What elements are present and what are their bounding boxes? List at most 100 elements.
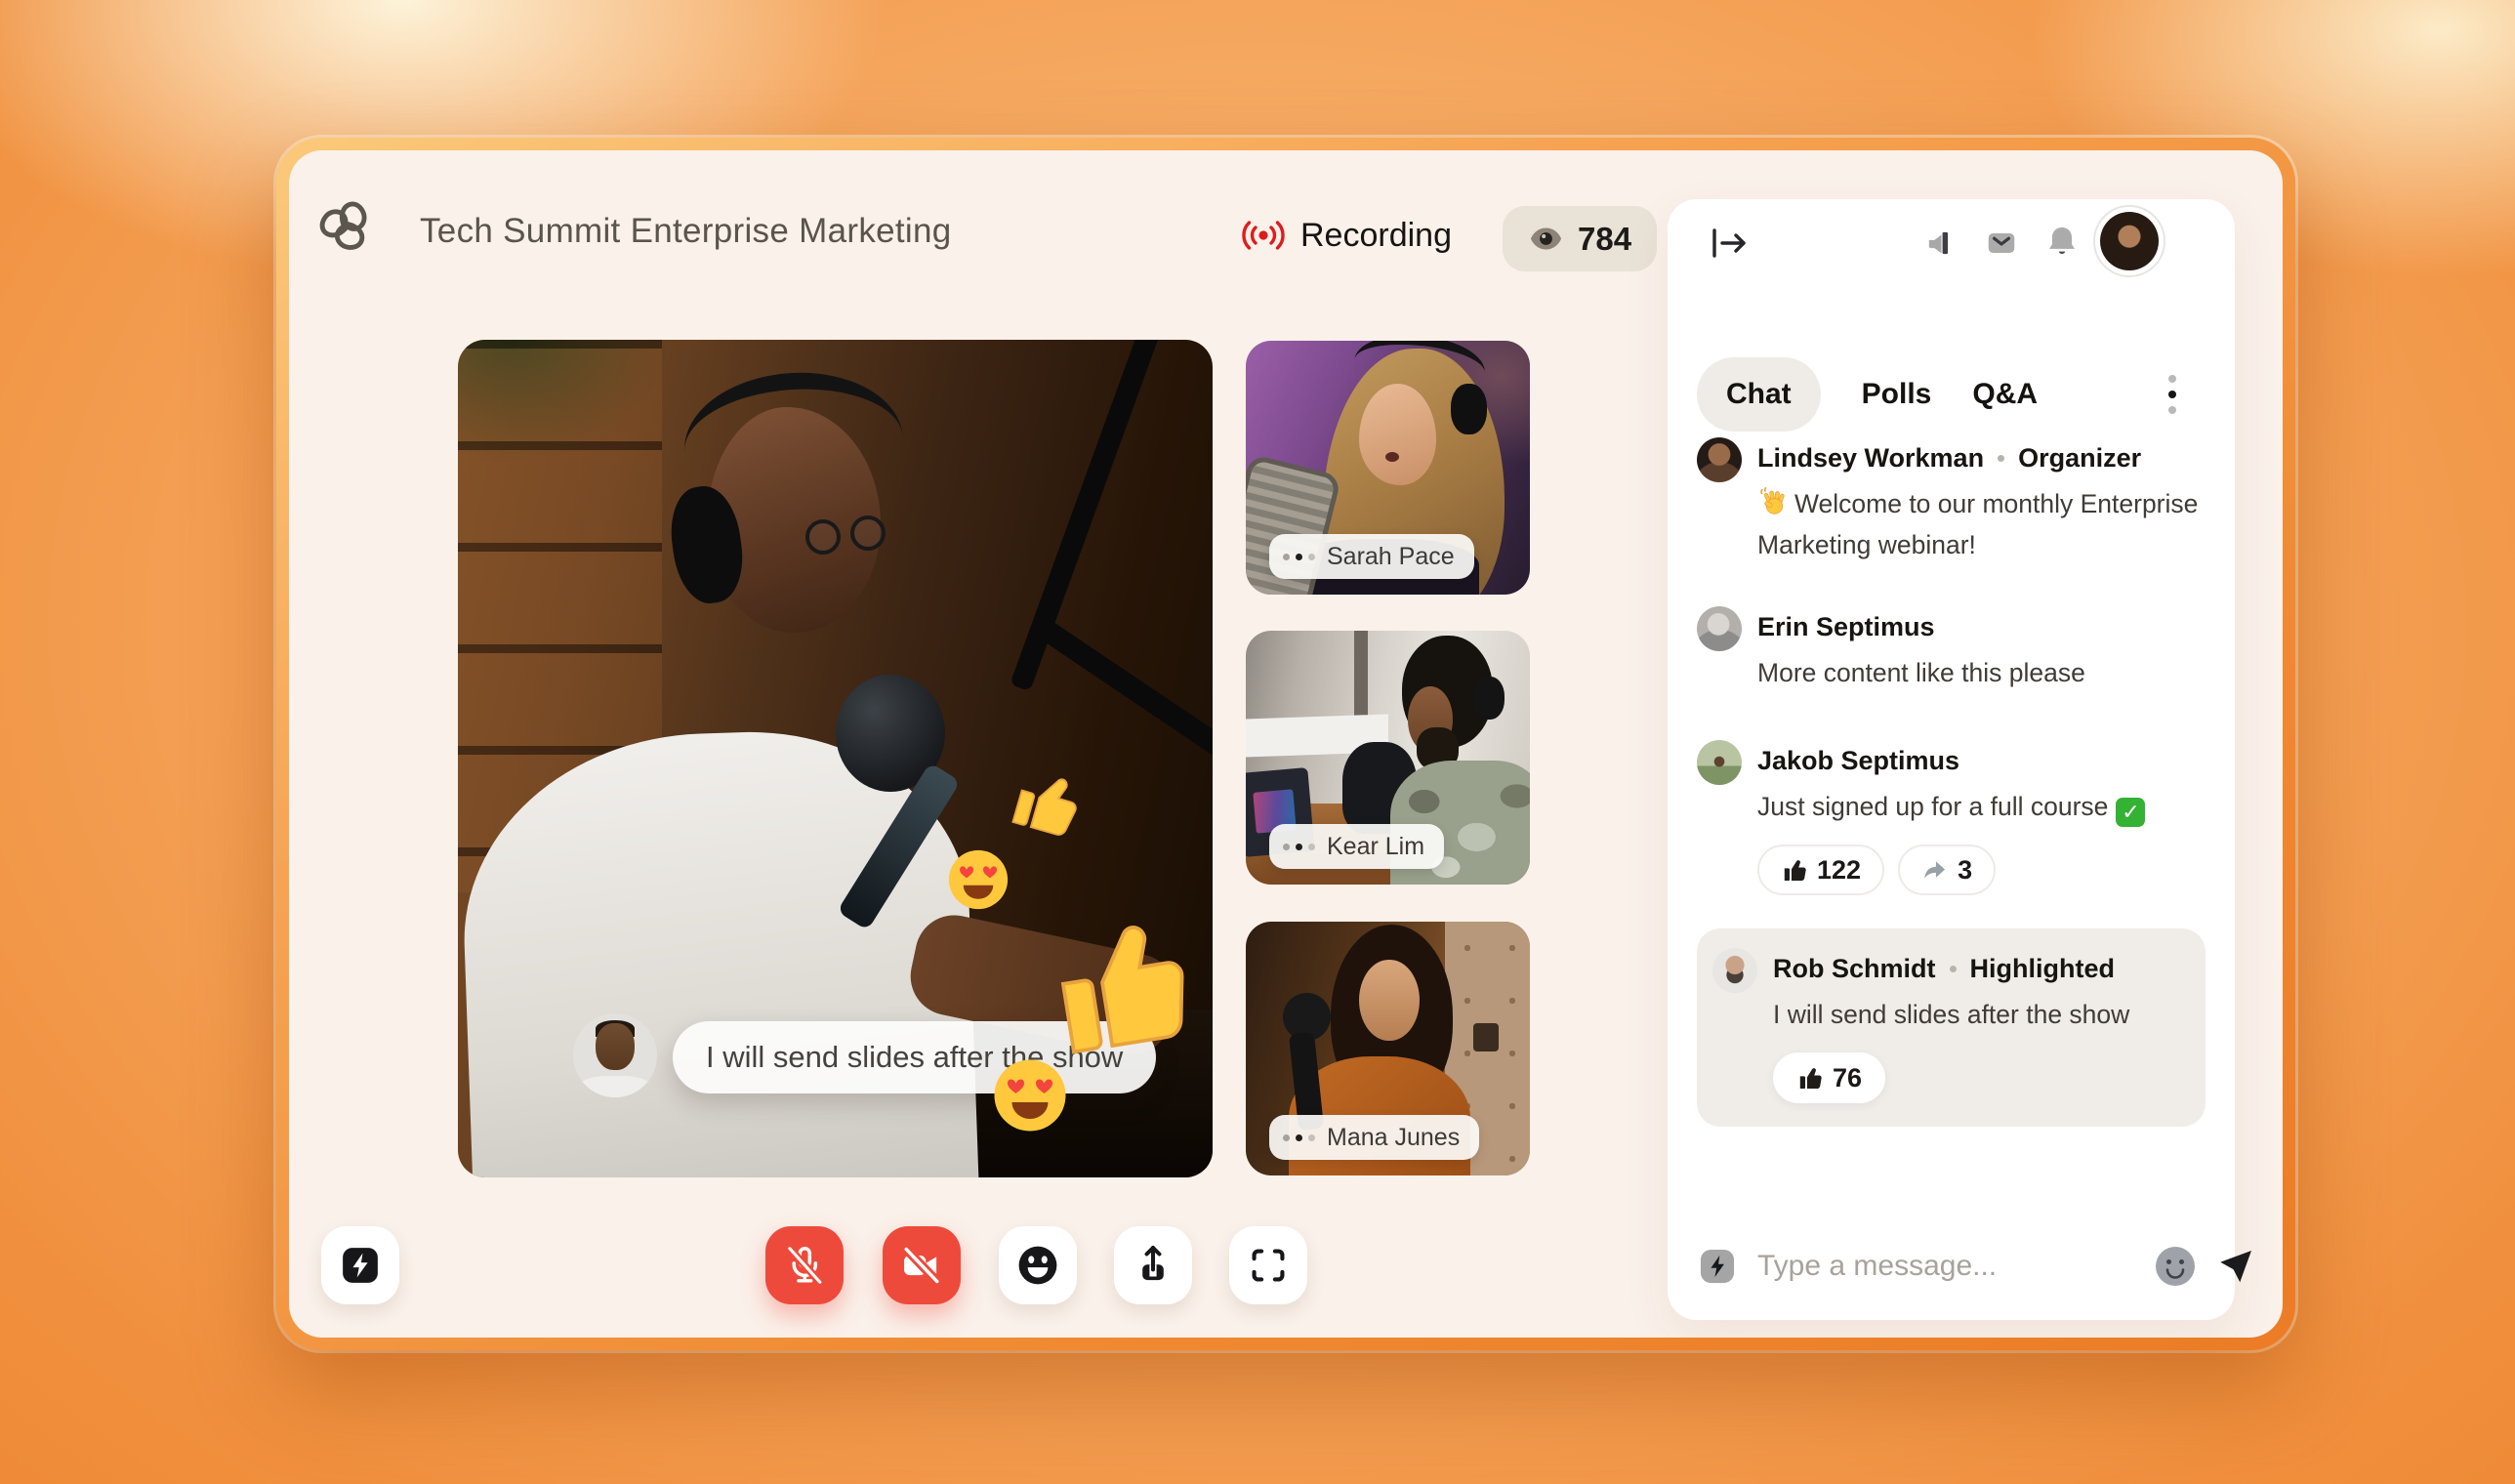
viewer-count: 784 — [1578, 221, 1631, 258]
message-author: Erin Septimus — [1757, 612, 1935, 642]
camera-off-icon — [899, 1243, 944, 1288]
mic-arm — [1010, 340, 1168, 691]
glasses — [805, 519, 841, 555]
emoji-picker-icon[interactable] — [2154, 1245, 2197, 1288]
user-avatar[interactable] — [2093, 205, 2165, 277]
chat-input-row — [1697, 1242, 2211, 1291]
participant-video-sarah-pace[interactable]: Sarah Pace — [1246, 341, 1530, 595]
participant-name-label: Kear Lim — [1269, 824, 1444, 869]
message-input[interactable] — [1757, 1250, 2134, 1283]
forward-arrow-icon — [1921, 857, 1948, 884]
participant-name: Sarah Pace — [1327, 543, 1455, 571]
collapse-panel-icon[interactable] — [1707, 221, 1752, 266]
quick-reply-bolt-icon[interactable] — [1697, 1246, 1738, 1287]
like-reaction-pill[interactable]: 76 — [1773, 1052, 1885, 1103]
broadcast-icon — [1241, 218, 1286, 253]
thumbs-up-reaction-emoji — [1033, 903, 1201, 1071]
chat-message-list: Lindsey Workman Organizer Welcome to our… — [1697, 437, 2206, 1127]
thumbs-up-icon — [1796, 1065, 1823, 1092]
eye-icon — [1528, 226, 1564, 252]
like-reaction-pill[interactable]: 122 — [1757, 845, 1884, 895]
send-icon[interactable] — [2216, 1247, 2255, 1286]
app-logo-knot-icon — [311, 191, 380, 260]
tile-art — [1359, 960, 1419, 1041]
message-author: Lindsey Workman — [1757, 443, 1984, 474]
participant-name-label: Sarah Pace — [1269, 534, 1474, 579]
speaking-dots-icon — [1283, 844, 1315, 850]
participant-name: Mana Junes — [1327, 1124, 1460, 1152]
avatar-photo — [2100, 212, 2159, 270]
message-text: Welcome to our monthly Enterprise Market… — [1757, 483, 2206, 565]
bell-icon[interactable] — [2043, 223, 2081, 260]
chat-message: Rob Schmidt Highlighted I will send slid… — [1712, 948, 2186, 1103]
tab-label: Chat — [1726, 378, 1792, 411]
tile-art — [1473, 1023, 1499, 1051]
avatar — [1712, 948, 1757, 993]
highlighted-badge: Highlighted — [1970, 954, 2115, 984]
webinar-window: Tech Summit Enterprise Marketing Recordi… — [276, 138, 2295, 1350]
like-count: 76 — [1833, 1063, 1862, 1093]
tile-art — [1451, 384, 1488, 434]
fullscreen-icon — [1247, 1244, 1290, 1287]
chat-message: Jakob Septimus Just signed up for a full… — [1697, 740, 2206, 895]
heart-eyes-reaction-emoji — [946, 847, 1010, 912]
highlighted-message-card: Rob Schmidt Highlighted I will send slid… — [1697, 928, 2206, 1127]
forward-reaction-pill[interactable]: 3 — [1898, 845, 1996, 895]
page-title: Tech Summit Enterprise Marketing — [420, 209, 952, 254]
dot-separator — [1950, 966, 1957, 972]
viewer-count-badge[interactable]: 784 — [1503, 206, 1657, 271]
wave-emoji-icon — [1757, 486, 1789, 517]
chat-message: Lindsey Workman Organizer Welcome to our… — [1697, 437, 2206, 565]
mic-off-icon — [782, 1243, 827, 1288]
participant-name: Kear Lim — [1327, 833, 1424, 861]
dot-separator — [1998, 455, 2004, 462]
message-text: More content like this please — [1757, 652, 2206, 693]
avatar-art — [596, 1023, 635, 1070]
message-author: Rob Schmidt — [1773, 954, 1936, 984]
megaphone-icon[interactable] — [1923, 226, 1958, 261]
app-surface: Tech Summit Enterprise Marketing Recordi… — [289, 150, 2283, 1338]
kebab-menu-icon[interactable] — [2153, 365, 2192, 424]
thumbs-up-reaction-emoji — [1001, 759, 1088, 845]
participant-video-mana-junes[interactable]: Mana Junes — [1246, 922, 1530, 1175]
avatar — [1697, 606, 1742, 651]
participant-video-kear-lim[interactable]: Kear Lim — [1246, 631, 1530, 885]
participant-name-label: Mana Junes — [1269, 1115, 1479, 1160]
bolt-icon — [339, 1244, 382, 1287]
like-count: 122 — [1817, 855, 1861, 886]
heart-eyes-reaction-emoji — [991, 1056, 1069, 1134]
glasses — [850, 515, 886, 551]
tile-art — [1359, 384, 1436, 485]
tile-art — [1473, 677, 1505, 720]
message-text: I will send slides after the show — [1773, 994, 2186, 1035]
tab-qa[interactable]: Q&A — [1972, 378, 2038, 411]
avatar-art — [580, 1076, 650, 1097]
forward-count: 3 — [1958, 855, 1972, 886]
thumbs-up-icon — [1781, 857, 1807, 884]
organizer-badge: Organizer — [2018, 443, 2141, 474]
chat-panel: Chat Polls Q&A Lindsey Workman Organizer — [1668, 199, 2235, 1320]
emoji-face-icon — [1015, 1243, 1060, 1288]
mail-icon[interactable] — [1984, 226, 2019, 261]
quick-actions-button[interactable] — [321, 1226, 399, 1304]
recording-label: Recording — [1300, 217, 1452, 255]
camera-off-button[interactable] — [883, 1226, 961, 1304]
chat-message: Erin Septimus More content like this ple… — [1697, 606, 2206, 693]
fullscreen-button[interactable] — [1229, 1226, 1307, 1304]
tab-chat[interactable]: Chat — [1697, 357, 1821, 432]
share-button[interactable] — [1114, 1226, 1192, 1304]
message-text: Just signed up for a full course✓ — [1757, 786, 2206, 827]
chat-tabs: Chat Polls Q&A — [1697, 355, 2206, 433]
caption-author-avatar — [573, 1013, 657, 1097]
check-emoji-icon: ✓ — [2116, 798, 2145, 827]
microphone-muted-button[interactable] — [765, 1226, 844, 1304]
speaking-dots-icon — [1283, 1134, 1315, 1141]
tab-polls[interactable]: Polls — [1862, 378, 1932, 411]
speaking-dots-icon — [1283, 554, 1315, 560]
avatar — [1697, 437, 1742, 482]
message-author: Jakob Septimus — [1757, 746, 1959, 776]
reactions-button[interactable] — [999, 1226, 1077, 1304]
main-speaker-video[interactable]: I will send slides after the show — [458, 340, 1213, 1177]
avatar — [1697, 740, 1742, 785]
share-tray-icon — [1131, 1243, 1175, 1288]
